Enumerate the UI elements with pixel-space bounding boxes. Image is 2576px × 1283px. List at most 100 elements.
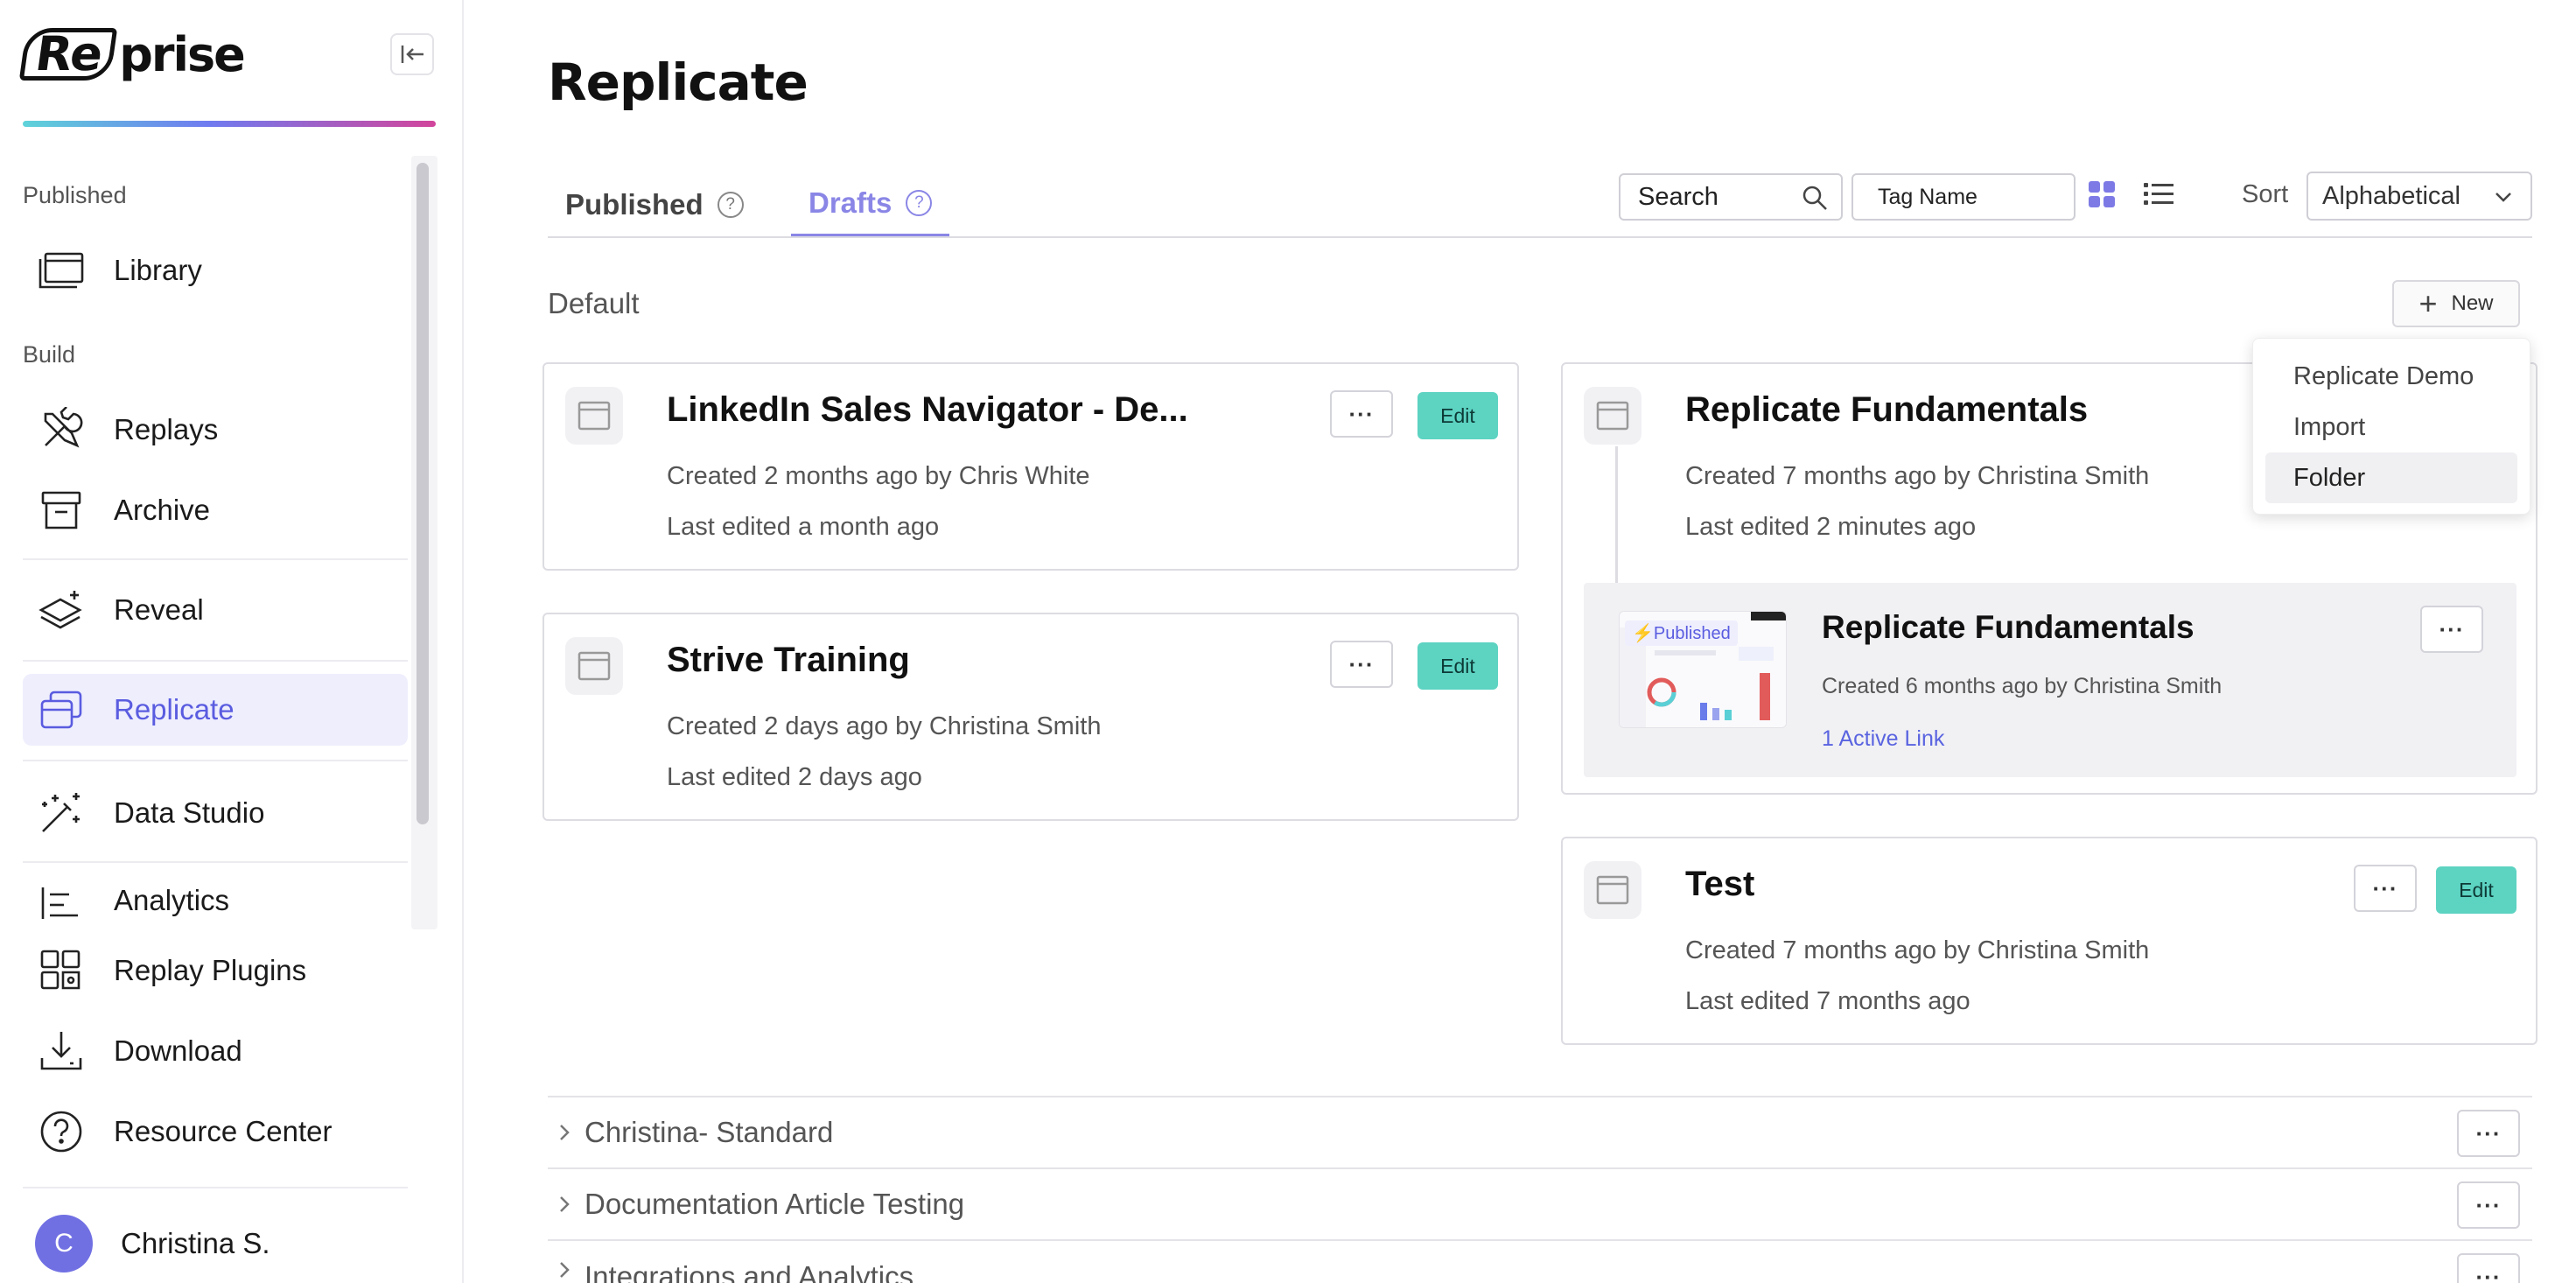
archive-icon [37, 486, 86, 535]
collapse-sidebar-icon [401, 46, 424, 63]
help-icon[interactable]: ? [906, 189, 933, 216]
sort-select[interactable]: Alphabetical [2306, 172, 2532, 221]
browser-window-icon [1584, 861, 1642, 919]
chevron-right-icon[interactable] [551, 1260, 578, 1279]
menu-item-import[interactable]: Import [2265, 402, 2517, 452]
sidebar-item-data-studio[interactable]: Data Studio [23, 777, 408, 849]
card-edited: Last edited a month ago [667, 513, 940, 541]
published-version-card[interactable]: ⚡Published Replicate Fundamentals Create… [1584, 583, 2516, 777]
published-badge: ⚡Published [1625, 620, 1738, 646]
replicate-card[interactable]: Strive Training Created 2 days ago by Ch… [542, 613, 1519, 821]
menu-item-replicate-demo[interactable]: Replicate Demo [2265, 351, 2517, 402]
demo-thumbnail[interactable]: ⚡Published [1619, 611, 1787, 728]
folder-name: Documentation Article Testing [584, 1188, 965, 1220]
tabs-divider [548, 236, 2532, 238]
version-tree-line [1615, 446, 1618, 583]
sort-label: Sort [2242, 180, 2289, 208]
folder-name: Integrations and Analytics [584, 1260, 914, 1283]
folder-name: Christina- Standard [584, 1116, 834, 1148]
published-title[interactable]: Replicate Fundamentals [1822, 609, 2194, 646]
library-icon [37, 246, 86, 295]
card-title[interactable]: Replicate Fundamentals [1685, 390, 2088, 430]
sidebar-item-replay-plugins[interactable]: Replay Plugins [23, 935, 408, 1006]
page-title: Replicate [548, 53, 808, 112]
card-title[interactable]: Test [1685, 865, 1754, 904]
card-created: Created 2 days ago by Christina Smith [667, 712, 1102, 740]
replicate-card[interactable]: LinkedIn Sales Navigator - De... Created… [542, 362, 1519, 571]
sidebar: Re prise Published Library Build Replays … [0, 0, 464, 1283]
more-options-button[interactable]: ··· [1330, 641, 1393, 688]
user-name: Christina S. [121, 1227, 270, 1259]
sidebar-item-resource-center[interactable]: Resource Center [23, 1096, 408, 1167]
sidebar-item-replicate[interactable]: Replicate [23, 674, 408, 746]
reprise-logo[interactable]: Re prise [18, 26, 246, 82]
replicate-icon [37, 685, 86, 734]
sidebar-divider [23, 861, 408, 863]
card-edited: Last edited 2 days ago [667, 763, 922, 791]
card-edited: Last edited 2 minutes ago [1685, 513, 1977, 541]
card-edited: Last edited 7 months ago [1685, 987, 1970, 1015]
tab-published[interactable]: Published ? [565, 172, 744, 238]
magic-wand-icon [37, 789, 86, 838]
section-label-published: Published [23, 182, 127, 208]
active-link-count[interactable]: 1 Active Link [1822, 726, 1944, 752]
card-created: Created 7 months ago by Christina Smith [1685, 462, 2150, 490]
browser-window-icon [1584, 387, 1642, 445]
brand-gradient-bar [23, 121, 436, 127]
folder-row[interactable]: Christina- Standard ··· [548, 1096, 2532, 1167]
edit-button[interactable]: Edit [2436, 866, 2516, 914]
sidebar-item-replays[interactable]: Replays [23, 394, 408, 466]
sidebar-divider [23, 760, 408, 761]
puzzle-icon [37, 946, 86, 995]
card-created: Created 2 months ago by Chris White [667, 462, 1090, 490]
chevron-down-icon [2492, 186, 2515, 215]
card-title[interactable]: Strive Training [667, 641, 910, 680]
search-input[interactable]: Search [1619, 173, 1843, 221]
chevron-right-icon[interactable] [551, 1195, 578, 1214]
more-options-button[interactable]: ··· [2457, 1253, 2520, 1283]
browser-window-icon [565, 637, 623, 695]
search-icon [1801, 184, 1829, 219]
plus-icon: + [2418, 285, 2438, 321]
new-button[interactable]: + New [2392, 280, 2520, 327]
sidebar-item-reveal[interactable]: Reveal [23, 574, 408, 646]
grid-view-icon[interactable] [2088, 180, 2116, 213]
sidebar-divider [23, 660, 408, 662]
more-options-button[interactable]: ··· [2457, 1181, 2520, 1229]
sidebar-divider [23, 558, 408, 560]
list-view-icon[interactable] [2144, 180, 2174, 213]
more-options-button[interactable]: ··· [2420, 606, 2483, 653]
layers-icon [37, 585, 86, 634]
sidebar-divider [23, 1187, 408, 1188]
tab-drafts[interactable]: Drafts ? [791, 172, 950, 238]
sidebar-scroll-thumb[interactable] [416, 163, 429, 824]
help-icon[interactable]: ? [717, 192, 744, 218]
avatar: C [35, 1215, 93, 1272]
replicate-card[interactable]: Test Created 7 months ago by Christina S… [1561, 837, 2538, 1045]
more-options-button[interactable]: ··· [2457, 1110, 2520, 1157]
folder-row[interactable]: Documentation Article Testing ··· [548, 1167, 2532, 1239]
card-title[interactable]: LinkedIn Sales Navigator - De... [667, 390, 1188, 430]
download-icon [37, 1027, 86, 1076]
folder-name-default: Default [548, 287, 640, 319]
sidebar-item-download[interactable]: Download [23, 1015, 408, 1087]
more-options-button[interactable]: ··· [1330, 390, 1393, 438]
help-circle-icon [37, 1107, 86, 1156]
analytics-icon [37, 884, 86, 922]
sidebar-item-analytics[interactable]: Analytics [23, 875, 408, 929]
edit-button[interactable]: Edit [1418, 392, 1498, 439]
edit-button[interactable]: Edit [1418, 642, 1498, 690]
tools-icon [37, 405, 86, 454]
user-menu[interactable]: C Christina S. [35, 1215, 270, 1272]
menu-item-folder[interactable]: Folder [2265, 452, 2517, 503]
tag-name-input[interactable]: Tag Name [1852, 173, 2076, 221]
sidebar-item-archive[interactable]: Archive [23, 474, 408, 546]
sidebar-item-library[interactable]: Library [23, 235, 408, 306]
collapse-sidebar-button[interactable] [390, 33, 434, 75]
chevron-right-icon[interactable] [551, 1123, 578, 1142]
published-created: Created 6 months ago by Christina Smith [1822, 674, 2222, 698]
new-menu: Replicate Demo Import Folder [2252, 338, 2530, 515]
folder-row[interactable]: Integrations and Analytics ··· [548, 1239, 2532, 1283]
section-label-build: Build [23, 341, 76, 368]
more-options-button[interactable]: ··· [2354, 865, 2417, 912]
